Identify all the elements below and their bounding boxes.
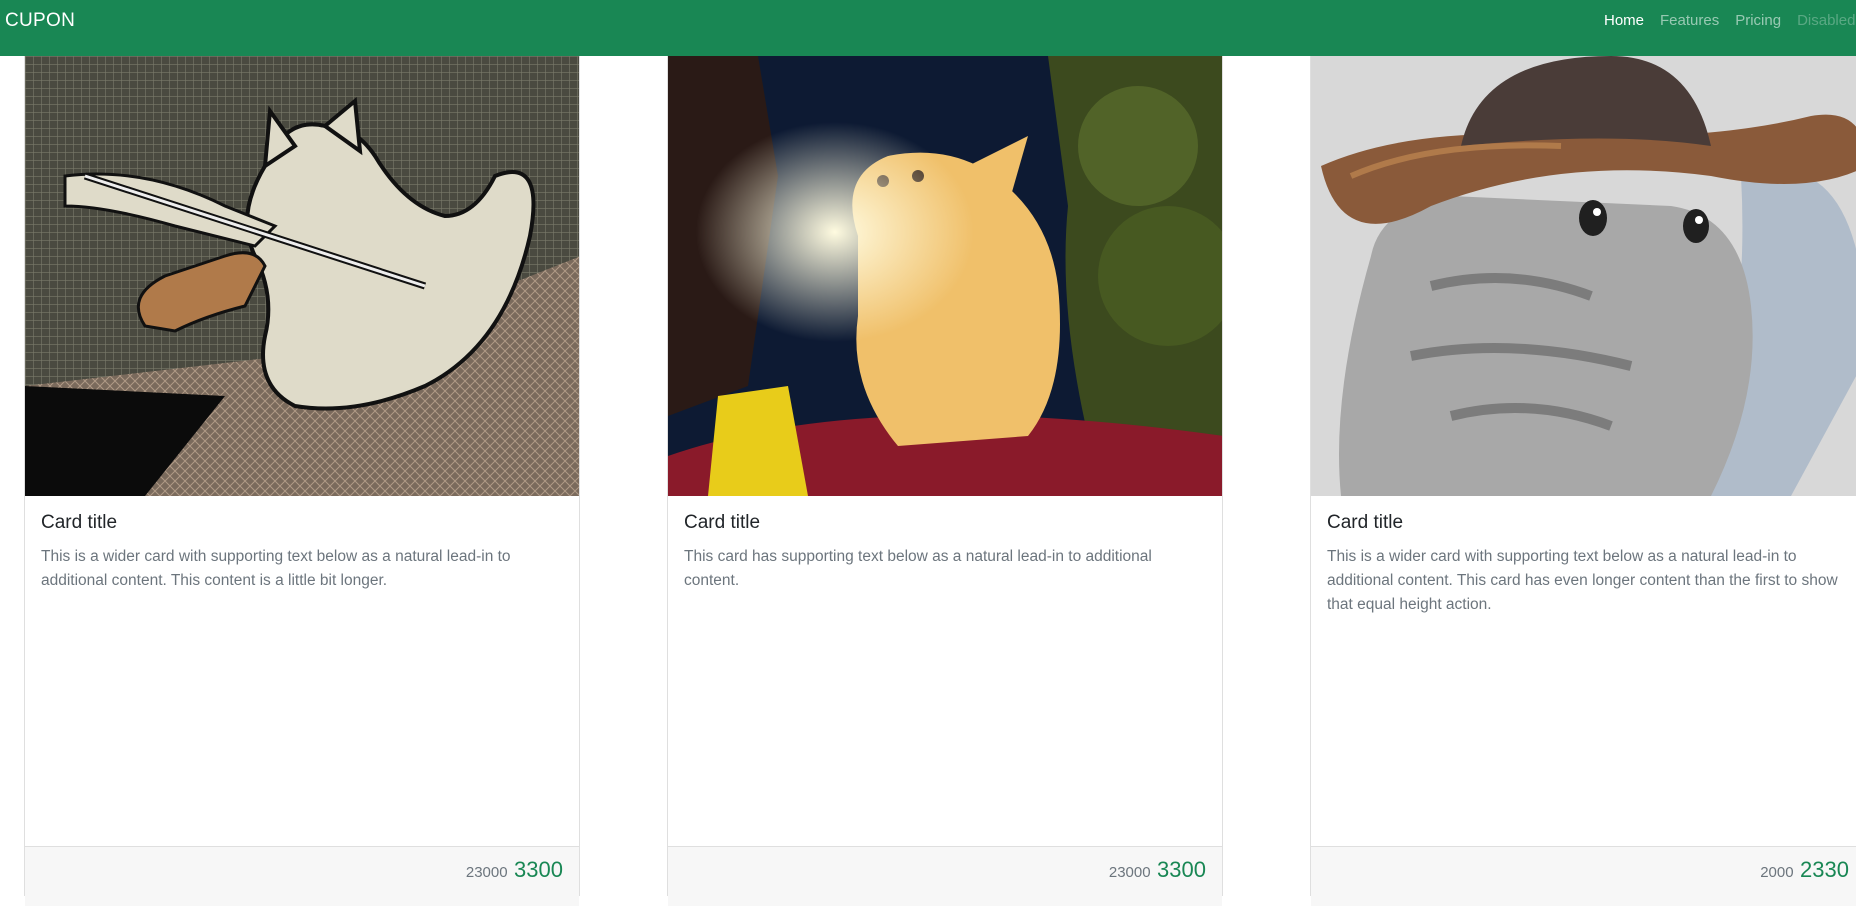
card-image-orange-kitten	[668, 56, 1222, 496]
card-title: Card title	[1327, 512, 1404, 533]
card-footer: 23000 3300	[668, 846, 1222, 906]
card-title: Card title	[684, 512, 761, 533]
new-price: 3300	[1157, 857, 1206, 882]
card-image-cowboy-kitten	[1311, 56, 1856, 496]
navbar-brand[interactable]: CUPON	[5, 10, 75, 32]
nav-links: Home Features Pricing Disabled	[1604, 12, 1856, 29]
card-title: Card title	[41, 512, 118, 533]
card: Card title This is a wider card with sup…	[24, 56, 580, 906]
card: Card title This is a wider card with sup…	[1310, 56, 1856, 906]
card-text: This is a wider card with supporting tex…	[41, 548, 511, 589]
new-price: 2330	[1800, 857, 1849, 882]
card-text: This card has supporting text below as a…	[684, 548, 1152, 589]
navbar: CUPON Home Features Pricing Disabled	[0, 0, 1856, 56]
nav-link-disabled: Disabled	[1797, 12, 1856, 29]
card-body: Card title This is a wider card with sup…	[1311, 496, 1856, 617]
card-text: This is a wider card with supporting tex…	[1327, 548, 1838, 613]
card-footer: 2000 2330	[1311, 846, 1856, 906]
card-footer: 23000 3300	[25, 846, 579, 906]
card-body: Card title This card has supporting text…	[668, 496, 1222, 593]
old-price: 23000	[1108, 864, 1151, 881]
nav-link-features[interactable]: Features	[1660, 12, 1719, 29]
old-price: 23000	[465, 864, 508, 881]
card-body: Card title This is a wider card with sup…	[25, 496, 579, 593]
new-price: 3300	[514, 857, 563, 882]
card-image-violin-cat	[25, 56, 579, 496]
old-price: 2000	[1760, 864, 1794, 881]
nav-link-pricing[interactable]: Pricing	[1735, 12, 1781, 29]
nav-link-home[interactable]: Home	[1604, 12, 1644, 29]
card: Card title This card has supporting text…	[667, 56, 1223, 906]
